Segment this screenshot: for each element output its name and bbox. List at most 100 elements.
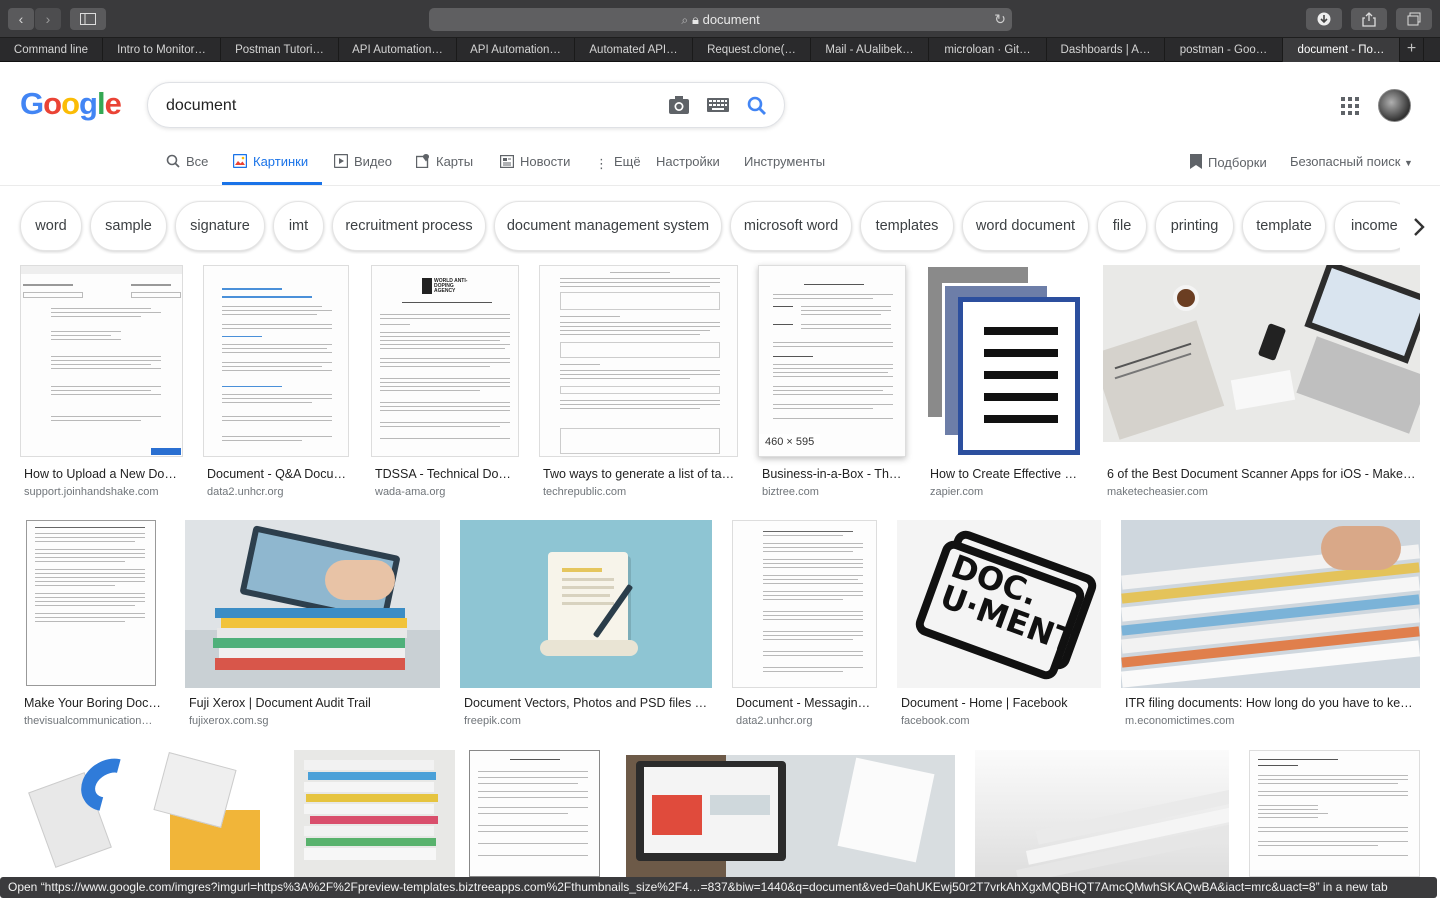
result-thumbnail[interactable]: 460 × 595 — [758, 265, 906, 457]
result-thumbnail[interactable] — [20, 520, 165, 688]
result-title[interactable]: Fuji Xerox | Document Audit Trail — [189, 696, 439, 710]
downloads-button[interactable] — [1306, 8, 1342, 30]
result-title[interactable]: ITR filing documents: How long do you ha… — [1125, 696, 1419, 710]
result-thumbnail[interactable] — [460, 520, 712, 688]
image-result[interactable]: 6 of the Best Document Scanner Apps for … — [1103, 265, 1420, 500]
chip[interactable]: file — [1097, 201, 1147, 251]
result-thumbnail[interactable] — [626, 755, 955, 877]
tab-videos[interactable]: Видео — [334, 154, 392, 169]
image-result[interactable]: Two ways to generate a list of ta… techr… — [539, 265, 738, 500]
image-result[interactable]: Fuji Xerox | Document Audit Trail fujixe… — [185, 520, 440, 735]
reload-icon[interactable]: ↻ — [994, 8, 1006, 31]
browser-tab[interactable]: Mail - AUalibek… — [811, 38, 929, 62]
result-thumbnail[interactable] — [926, 265, 1083, 457]
result-thumbnail[interactable]: DOC. U·MENT — [897, 520, 1101, 688]
result-thumbnail[interactable] — [975, 750, 1229, 877]
browser-tab-active[interactable]: document - По… — [1283, 38, 1400, 62]
result-title[interactable]: 6 of the Best Document Scanner Apps for … — [1107, 467, 1417, 481]
result-title[interactable]: Business-in-a-Box - Th… — [762, 467, 907, 481]
chip[interactable]: imt — [273, 201, 324, 251]
image-result[interactable]: DOC. U·MENT Document - Home | Facebook f… — [897, 520, 1101, 735]
image-result[interactable] — [20, 750, 274, 877]
tab-more[interactable]: ⋮ Ещё — [595, 154, 641, 172]
sidebar-toggle-button[interactable] — [70, 8, 106, 30]
result-title[interactable]: How to Upload a New Do… — [24, 467, 184, 481]
result-thumbnail[interactable] — [185, 520, 440, 688]
chip[interactable]: signature — [175, 201, 265, 251]
result-thumbnail[interactable] — [20, 750, 274, 877]
image-result[interactable]: 460 × 595 Business-in-a-Box - Th… biztre… — [758, 265, 906, 500]
result-thumbnail[interactable] — [1121, 520, 1420, 688]
browser-tab[interactable]: Automated API… — [575, 38, 693, 62]
tools-link[interactable]: Инструменты — [744, 154, 825, 169]
result-title[interactable]: Document - Messagin… — [736, 696, 876, 710]
image-result[interactable]: Document Vectors, Photos and PSD files …… — [460, 520, 712, 735]
image-result[interactable] — [294, 750, 455, 877]
apps-grid-icon[interactable] — [1341, 97, 1359, 115]
browser-tab[interactable]: Postman Tutori… — [221, 38, 339, 62]
image-result[interactable] — [626, 755, 955, 877]
image-result[interactable]: Make Your Boring Doc… thevisualcommunica… — [20, 520, 165, 735]
result-title[interactable]: Make Your Boring Doc… — [24, 696, 164, 710]
settings-link[interactable]: Настройки — [656, 154, 720, 169]
avatar[interactable] — [1378, 89, 1411, 122]
result-title[interactable]: Document - Home | Facebook — [901, 696, 1101, 710]
result-thumbnail[interactable] — [1249, 750, 1420, 877]
result-thumbnail[interactable] — [732, 520, 877, 688]
chip[interactable]: word — [20, 201, 82, 251]
result-title[interactable]: TDSSA - Technical Do… — [375, 467, 520, 481]
browser-tab[interactable]: microloan · Git… — [929, 38, 1047, 62]
chip[interactable]: word document — [962, 201, 1089, 251]
address-bar[interactable]: ⌕ 🔒︎ document ↻ — [429, 8, 1012, 31]
image-result[interactable] — [975, 750, 1229, 877]
result-thumbnail[interactable] — [1103, 265, 1420, 442]
chip[interactable]: templates — [860, 201, 954, 251]
image-result[interactable]: ITR filing documents: How long do you ha… — [1121, 520, 1420, 735]
forward-button[interactable]: › — [35, 8, 61, 30]
chips-next-button[interactable] — [1400, 200, 1440, 252]
result-thumbnail[interactable] — [469, 750, 600, 877]
chip[interactable]: template — [1242, 201, 1326, 251]
result-title[interactable]: How to Create Effective … — [930, 467, 1084, 481]
chip[interactable]: microsoft word — [730, 201, 852, 251]
tab-images[interactable]: Картинки — [233, 154, 308, 169]
image-result[interactable]: WORLD ANTI-DOPING AGENCY TDSSA - Technic… — [371, 265, 519, 500]
tab-maps[interactable]: Карты — [416, 154, 473, 169]
safesearch-dropdown[interactable]: Безопасный поиск ▼ — [1290, 154, 1413, 169]
tab-all[interactable]: Все — [166, 154, 208, 169]
result-thumbnail[interactable]: WORLD ANTI-DOPING AGENCY — [371, 265, 519, 457]
chip[interactable]: sample — [90, 201, 167, 251]
browser-tab[interactable]: postman - Goo… — [1165, 38, 1283, 62]
keyboard-icon[interactable] — [707, 98, 729, 112]
browser-tab[interactable]: Intro to Monitor… — [103, 38, 221, 62]
chip[interactable]: recruitment process — [332, 201, 486, 251]
image-result[interactable] — [1249, 750, 1420, 877]
back-button[interactable]: ‹ — [8, 8, 34, 30]
browser-tab[interactable]: API Automation… — [339, 38, 457, 62]
image-result[interactable] — [469, 750, 600, 877]
camera-icon[interactable] — [668, 95, 690, 115]
chip[interactable]: document management system — [494, 201, 722, 251]
result-thumbnail[interactable] — [539, 265, 738, 457]
image-result[interactable]: How to Create Effective … zapier.com — [926, 265, 1083, 500]
chip[interactable]: printing — [1155, 201, 1234, 251]
image-result[interactable]: Document - Q&A Docu… data2.unhcr.org — [203, 265, 349, 500]
result-title[interactable]: Document - Q&A Docu… — [207, 467, 350, 481]
image-result[interactable]: Document - Messagin… data2.unhcr.org — [732, 520, 877, 735]
search-input[interactable] — [166, 95, 626, 117]
browser-tab[interactable]: Request.clone(… — [693, 38, 811, 62]
result-thumbnail[interactable] — [203, 265, 349, 457]
search-icon[interactable] — [746, 95, 768, 117]
browser-tab[interactable]: Command line — [0, 38, 103, 62]
browser-tab[interactable]: API Automation… — [457, 38, 575, 62]
browser-tab[interactable]: Dashboards | A… — [1047, 38, 1165, 62]
image-result[interactable]: How to Upload a New Do… support.joinhand… — [20, 265, 183, 500]
tab-news[interactable]: Новости — [500, 154, 570, 169]
result-thumbnail[interactable] — [20, 265, 183, 457]
tab-overview-button[interactable] — [1396, 8, 1432, 30]
new-tab-button[interactable]: + — [1400, 38, 1424, 62]
google-logo[interactable]: Google — [20, 86, 122, 122]
collections-link[interactable]: Подборки — [1190, 154, 1267, 170]
share-button[interactable] — [1351, 8, 1387, 30]
result-thumbnail[interactable] — [294, 750, 455, 877]
